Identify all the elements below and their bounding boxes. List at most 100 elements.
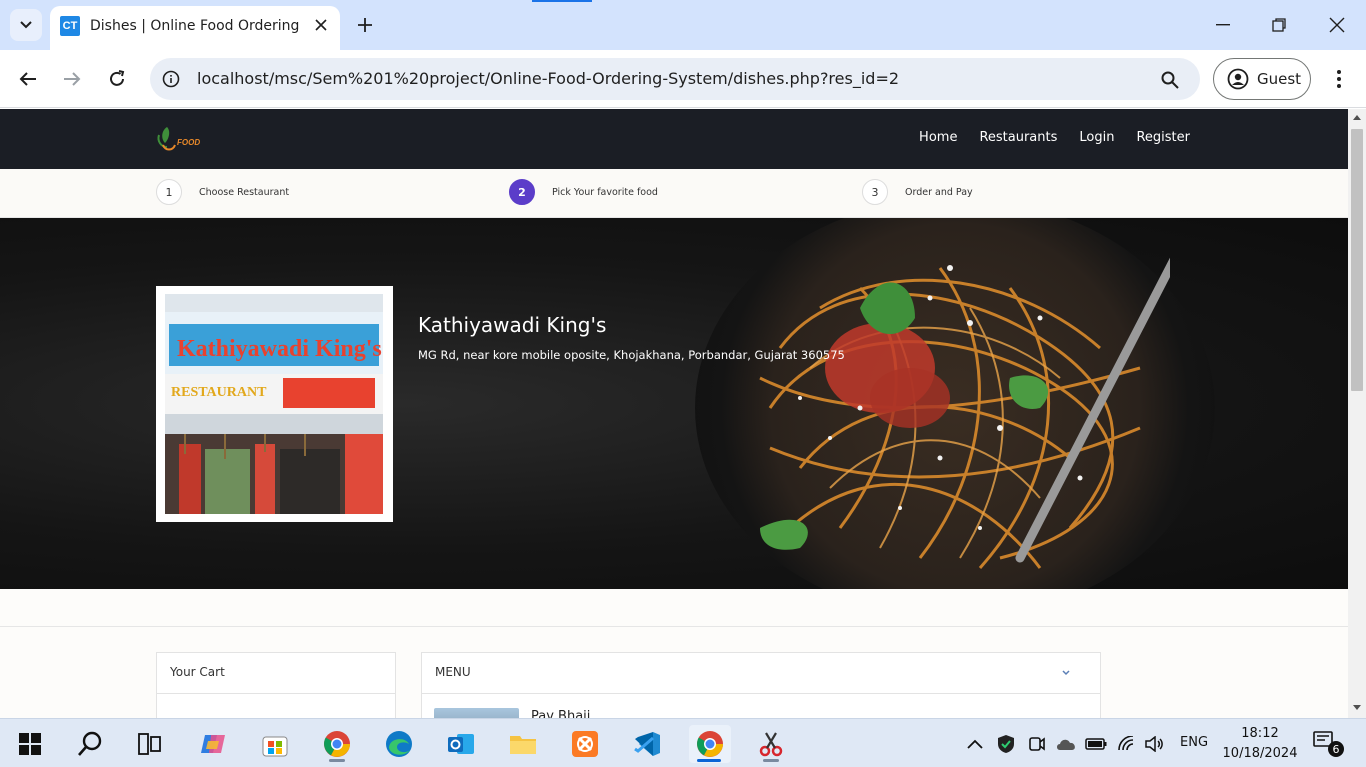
scroll-down-arrow-icon[interactable] (1353, 705, 1361, 710)
onedrive-tray[interactable] (1055, 733, 1077, 755)
windows-security-tray[interactable] (995, 733, 1017, 755)
storefront-sign-text: Kathiyawadi King's (177, 336, 382, 362)
vscode-app[interactable] (627, 725, 667, 763)
site-logo[interactable]: FOOD (155, 125, 205, 155)
scrollbar-thumb[interactable] (1351, 129, 1363, 391)
restaurant-name: Kathiyawadi King's (418, 313, 607, 337)
step-label: Pick Your favorite food (552, 186, 658, 198)
minimize-icon (1216, 24, 1230, 26)
minimize-button[interactable] (1208, 10, 1238, 40)
nav-login[interactable]: Login (1079, 130, 1114, 145)
browser-tabbar: CT Dishes | Online Food Ordering S (0, 0, 1366, 50)
store-icon (262, 736, 288, 757)
app-active-indicator (697, 759, 721, 762)
user-icon (1227, 68, 1249, 90)
tab-strip-highlight (532, 0, 592, 2)
meet-now-tray[interactable] (1026, 733, 1048, 755)
dish-image (434, 708, 519, 718)
clock[interactable]: 18:12 10/18/2024 (1220, 724, 1300, 764)
close-window-button[interactable] (1322, 10, 1352, 40)
notification-center-button[interactable]: 6 (1313, 731, 1344, 757)
new-tab-button[interactable] (352, 12, 378, 38)
profile-button[interactable]: Guest (1213, 58, 1311, 100)
restore-icon (1272, 18, 1286, 32)
forward-button[interactable] (55, 62, 89, 96)
restaurant-hero: Kathiyawadi King's RESTAURANT Kathiyawad… (0, 218, 1348, 589)
tab-search-button[interactable] (10, 9, 42, 41)
snipping-tool-app[interactable] (751, 725, 791, 763)
tab-close-button[interactable] (312, 16, 330, 34)
browser-toolbar: localhost/msc/Sem%201%20project/Online-F… (0, 50, 1366, 108)
browser-menu-button[interactable] (1326, 62, 1352, 96)
browser-tab-active[interactable]: CT Dishes | Online Food Ordering S (50, 6, 340, 50)
task-view-icon (138, 733, 161, 755)
cloud-icon (1057, 739, 1075, 750)
clock-time: 18:12 (1241, 726, 1279, 741)
outlook-app[interactable] (441, 725, 481, 763)
menu-header[interactable]: MENU (422, 653, 1100, 694)
speaker-icon (1145, 736, 1163, 752)
folder-icon (510, 736, 536, 754)
step-choose-restaurant[interactable]: 1 Choose Restaurant (156, 179, 289, 205)
url-text[interactable]: localhost/msc/Sem%201%20project/Online-F… (197, 69, 899, 88)
address-bar[interactable]: localhost/msc/Sem%201%20project/Online-F… (150, 58, 1200, 100)
start-button[interactable] (10, 725, 50, 763)
edge-app[interactable] (379, 725, 419, 763)
nav-register[interactable]: Register (1136, 130, 1190, 145)
plus-icon (358, 18, 372, 32)
edge-icon (386, 731, 412, 757)
chrome-app-active[interactable] (689, 725, 731, 763)
tab-title: Dishes | Online Food Ordering S (90, 18, 300, 34)
close-icon (315, 19, 327, 31)
clock-date: 10/18/2024 (1222, 746, 1298, 761)
restore-button[interactable] (1264, 10, 1294, 40)
chevron-down-icon (1062, 670, 1070, 676)
page-viewport: FOOD Home Restaurants Login Register 1 C… (0, 109, 1348, 718)
restaurant-storefront-image: Kathiyawadi King's RESTAURANT (165, 294, 383, 514)
search-lens-button[interactable] (1158, 68, 1182, 92)
outlook-icon (448, 734, 474, 754)
arrow-right-icon (64, 72, 81, 86)
site-info-button[interactable] (160, 68, 182, 90)
app-running-indicator (763, 759, 779, 762)
page-scrollbar[interactable] (1348, 109, 1366, 718)
step-order-pay[interactable]: 3 Order and Pay (862, 179, 973, 205)
info-icon (162, 70, 180, 88)
microsoft-store-app[interactable] (255, 725, 295, 763)
wifi-tray[interactable] (1116, 733, 1138, 755)
scroll-up-arrow-icon[interactable] (1353, 115, 1361, 120)
chevron-up-icon (967, 739, 983, 749)
close-icon (1329, 17, 1345, 33)
volume-tray[interactable] (1143, 733, 1165, 755)
leaf-logo-icon (157, 127, 176, 151)
xampp-app[interactable] (565, 725, 605, 763)
dish-name[interactable]: Pav Bhaji (531, 709, 590, 718)
search-icon (78, 731, 102, 756)
search-button[interactable] (70, 725, 110, 763)
nav-home[interactable]: Home (919, 130, 957, 145)
restaurant-photo: Kathiyawadi King's RESTAURANT (165, 294, 383, 514)
cart-title: Your Cart (157, 653, 395, 694)
back-button[interactable] (11, 62, 45, 96)
reload-button[interactable] (100, 62, 134, 96)
task-view-button[interactable] (130, 725, 170, 763)
file-explorer-app[interactable] (503, 725, 543, 763)
step-number: 1 (156, 179, 182, 205)
copilot-icon (201, 735, 225, 753)
input-language[interactable]: ENG (1180, 735, 1208, 750)
chrome-app[interactable] (317, 725, 357, 763)
reload-icon (110, 70, 125, 86)
step-pick-food[interactable]: 2 Pick Your favorite food (509, 179, 658, 205)
app-running-indicator (329, 759, 345, 762)
chevron-down-icon (20, 21, 32, 29)
nav-restaurants[interactable]: Restaurants (979, 130, 1057, 145)
scissors-icon (759, 732, 783, 757)
copilot-app[interactable] (193, 725, 233, 763)
battery-tray[interactable] (1085, 733, 1107, 755)
site-nav-links: Home Restaurants Login Register (919, 130, 1190, 145)
restaurant-photo-card: Kathiyawadi King's RESTAURANT (156, 286, 393, 522)
cart-panel: Your Cart (156, 652, 396, 718)
tray-overflow-button[interactable] (964, 733, 986, 755)
menu-panel: MENU Pav Bhaji (421, 652, 1101, 718)
menu-title: MENU (435, 665, 471, 679)
